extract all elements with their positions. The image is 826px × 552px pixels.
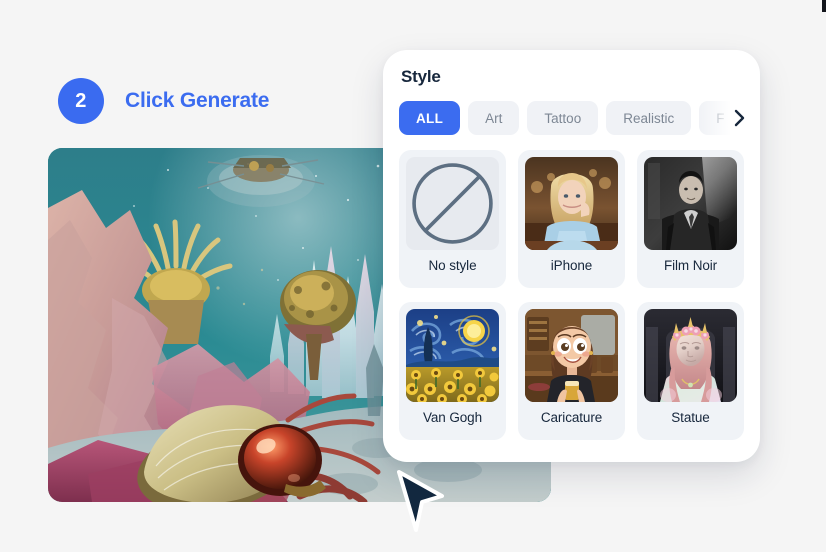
style-card-no-style[interactable]: No style	[399, 150, 506, 288]
style-card-caricature[interactable]: Caricature	[518, 302, 625, 440]
style-card-label: No style	[428, 258, 477, 273]
style-filter-realistic[interactable]: Realistic	[606, 101, 692, 135]
style-card-label: Statue	[671, 410, 710, 425]
style-panel-title: Style	[401, 67, 441, 86]
style-card-iphone[interactable]: iPhone	[518, 150, 625, 288]
film-noir-thumb	[644, 157, 737, 250]
step-title: Click Generate	[125, 89, 270, 112]
corner-sliver	[822, 0, 826, 12]
style-filter-list: ALL Art Tattoo Realistic F	[399, 98, 744, 138]
van-gogh-thumb	[406, 309, 499, 402]
style-card-label: Van Gogh	[423, 410, 482, 425]
statue-thumb	[644, 309, 737, 402]
caricature-thumb	[525, 309, 618, 402]
style-grid: No style iPhone Film Noir Van Gogh Caric…	[399, 150, 744, 440]
no-style-icon	[406, 157, 499, 250]
app-root: 2 Click Generate Style ALL Art Tattoo Re…	[0, 0, 826, 552]
style-filter-all[interactable]: ALL	[399, 101, 461, 135]
style-filter-tattoo[interactable]: Tattoo	[527, 101, 599, 135]
style-filter-art[interactable]: Art	[468, 101, 520, 135]
style-card-label: Film Noir	[663, 258, 718, 273]
style-card-label: iPhone	[550, 258, 593, 273]
chevron-right-icon[interactable]	[730, 105, 750, 131]
step-header: 2 Click Generate	[58, 78, 269, 124]
iphone-thumb	[525, 157, 618, 250]
style-card-van-gogh[interactable]: Van Gogh	[399, 302, 506, 440]
style-card-film-noir[interactable]: Film Noir	[637, 150, 744, 288]
style-card-label: Caricature	[540, 410, 603, 425]
style-panel: Style ALL Art Tattoo Realistic F No styl…	[383, 50, 760, 462]
style-card-statue[interactable]: Statue	[637, 302, 744, 440]
style-filter-scroller[interactable]: ALL Art Tattoo Realistic F	[399, 98, 744, 138]
step-number-badge: 2	[58, 78, 104, 124]
